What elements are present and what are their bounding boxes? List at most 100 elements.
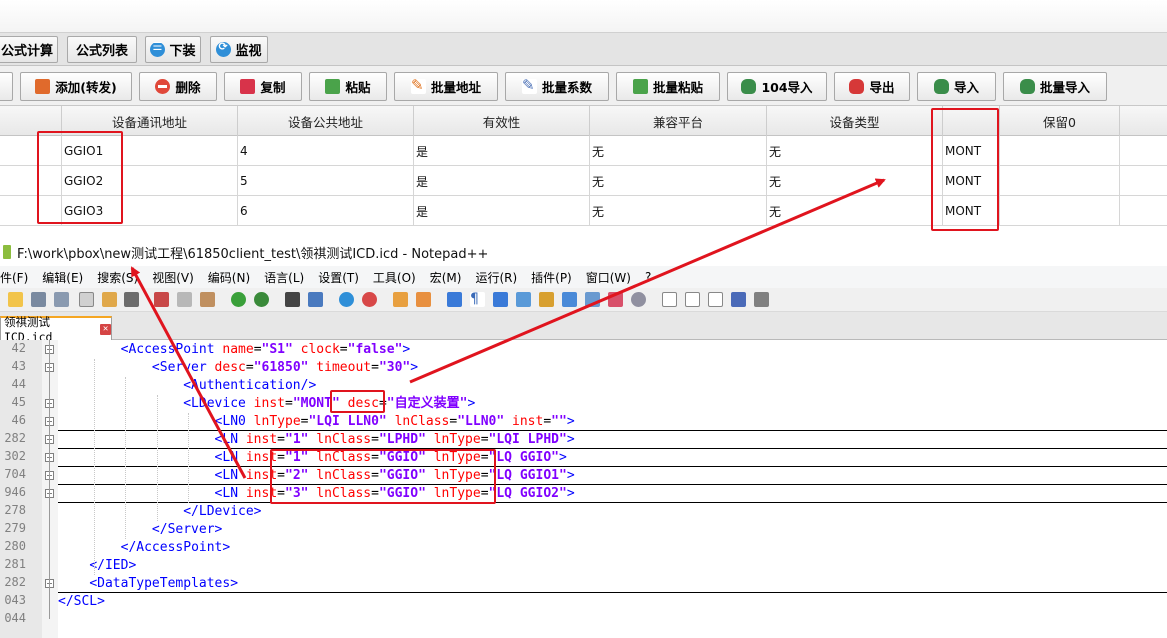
save-all-icon[interactable] [54,292,69,307]
code-line[interactable]: <LN0 lnType="LQI LLN0" lnClass="LLN0" in… [58,413,575,431]
run-macro-multiple-icon[interactable] [731,292,746,307]
replace-icon[interactable] [308,292,323,307]
code-line[interactable]: </Server> [58,521,222,539]
undo-icon[interactable] [231,292,246,307]
code-line[interactable]: <LN inst="1" lnClass="LPHD" lnType="LQI … [58,431,575,449]
code-editor[interactable]: 42 <AccessPoint name="S1" clock="false">… [0,340,1167,638]
cut-icon[interactable] [154,292,169,307]
zoom-in-icon[interactable] [339,292,354,307]
table-cell[interactable]: 4 [238,136,414,166]
sync-vertical-icon[interactable] [393,292,408,307]
table-cell[interactable]: 无 [590,136,767,166]
code-line[interactable]: <AccessPoint name="S1" clock="false"> [58,341,411,359]
table-cell[interactable]: 6 [238,196,414,226]
file-tab[interactable]: 领祺测试ICD.icd ✕ [0,315,112,344]
code-line[interactable]: <LDevice inst="MONT" desc="自定义装置"> [58,395,475,413]
word-wrap-icon[interactable] [447,292,462,307]
indent-guide-icon[interactable] [493,292,508,307]
open-file-icon[interactable] [8,292,23,307]
table-cell[interactable] [1000,196,1120,226]
tab-formula-calc[interactable]: 公式计算 [0,36,58,63]
partial-button[interactable] [0,72,13,101]
menu-file[interactable]: 件(F) [0,269,28,286]
menu-language[interactable]: 语言(L) [264,269,304,286]
copy-icon[interactable] [177,292,192,307]
menu-view[interactable]: 视图(V) [152,269,194,286]
code-line[interactable]: <Authentication/> [58,377,316,395]
zoom-out-icon[interactable] [362,292,377,307]
column-header[interactable]: 设备公共地址 [238,106,414,136]
function-list-icon[interactable] [562,292,577,307]
record-macro-icon[interactable] [662,292,677,307]
table-cell[interactable]: 是 [414,136,590,166]
column-header[interactable]: 有效性 [414,106,590,136]
menu-edit[interactable]: 编辑(E) [42,269,83,286]
close-all-icon[interactable] [102,292,117,307]
menu-run[interactable]: 运行(R) [475,269,517,286]
menu-plugins[interactable]: 插件(P) [531,269,572,286]
table-cell[interactable]: 无 [590,166,767,196]
table-cell[interactable]: 是 [414,196,590,226]
table-cell[interactable]: 是 [414,166,590,196]
batch-import-button[interactable]: 批量导入 [1003,72,1107,101]
close-icon[interactable]: ✕ [100,323,111,335]
menu-help[interactable]: ? [645,270,651,284]
table-cell[interactable] [1000,136,1120,166]
table-cell[interactable]: 无 [590,196,767,226]
tab-download[interactable]: 下装 [145,36,201,63]
print-icon[interactable] [124,292,139,307]
menu-settings[interactable]: 设置(T) [318,269,359,286]
save-icon[interactable] [31,292,46,307]
folder-workspace-icon[interactable] [585,292,600,307]
export-button[interactable]: 导出 [834,72,910,101]
save-macro-icon[interactable] [754,292,769,307]
table-cell[interactable]: 无 [767,136,943,166]
batch-coefficient-button[interactable]: 批量系数 [505,72,609,101]
tab-formula-list[interactable]: 公式列表 [67,36,137,63]
import-104-button[interactable]: 104导入 [727,72,827,101]
show-all-chars-icon[interactable]: ¶ [470,292,485,307]
window-title: F:\work\pbox\new测试工程\61850client_test\领祺… [17,246,489,262]
menu-window[interactable]: 窗口(W) [586,269,631,286]
table-cell[interactable] [1000,166,1120,196]
function-tabbar: 公式计算 公式列表 下装 监视 [0,32,1167,66]
document-map-icon[interactable] [539,292,554,307]
menu-tools[interactable]: 工具(O) [373,269,416,286]
paste-button[interactable]: 粘贴 [309,72,387,101]
code-token-val: "LQI LLN0" [308,414,387,429]
eye-icon[interactable] [631,292,646,307]
tab-monitor[interactable]: 监视 [210,36,268,63]
notepad-menu-bar: 件(F) 编辑(E) 搜索(S) 视图(V) 编码(N) 语言(L) 设置(T)… [0,266,1167,288]
code-line[interactable]: <DataTypeTemplates> [58,575,238,593]
stop-macro-icon[interactable] [685,292,700,307]
batch-paste-button[interactable]: 批量粘贴 [616,72,720,101]
code-line[interactable]: </IED> [58,557,136,575]
close-file-icon[interactable] [79,292,94,307]
menu-encoding[interactable]: 编码(N) [208,269,250,286]
monitoring-icon[interactable] [608,292,623,307]
column-header[interactable]: 设备类型 [767,106,943,136]
copy-button[interactable]: 复制 [224,72,302,101]
sync-horizontal-icon[interactable] [416,292,431,307]
paste-icon[interactable] [200,292,215,307]
code-token-val: "S1" [261,342,293,357]
code-line[interactable]: </SCL> [58,593,105,611]
table-cell[interactable]: 无 [767,166,943,196]
play-macro-icon[interactable] [708,292,723,307]
find-icon[interactable] [285,292,300,307]
code-line[interactable]: </LDevice> [58,503,261,521]
menu-macro[interactable]: 宏(M) [430,269,462,286]
menu-search[interactable]: 搜索(S) [97,269,138,286]
table-cell[interactable]: 5 [238,166,414,196]
user-language-icon[interactable] [516,292,531,307]
import-button[interactable]: 导入 [917,72,996,101]
table-cell[interactable]: 无 [767,196,943,226]
add-forward-button[interactable]: 添加(转发) [20,72,132,101]
code-line[interactable]: <Server desc="61850" timeout="30"> [58,359,418,377]
redo-icon[interactable] [254,292,269,307]
column-header[interactable]: 保留0 [1000,106,1120,136]
column-header[interactable]: 兼容平台 [590,106,767,136]
code-line[interactable]: </AccessPoint> [58,539,231,557]
delete-button[interactable]: 删除 [139,72,217,101]
batch-address-button[interactable]: 批量地址 [394,72,498,101]
